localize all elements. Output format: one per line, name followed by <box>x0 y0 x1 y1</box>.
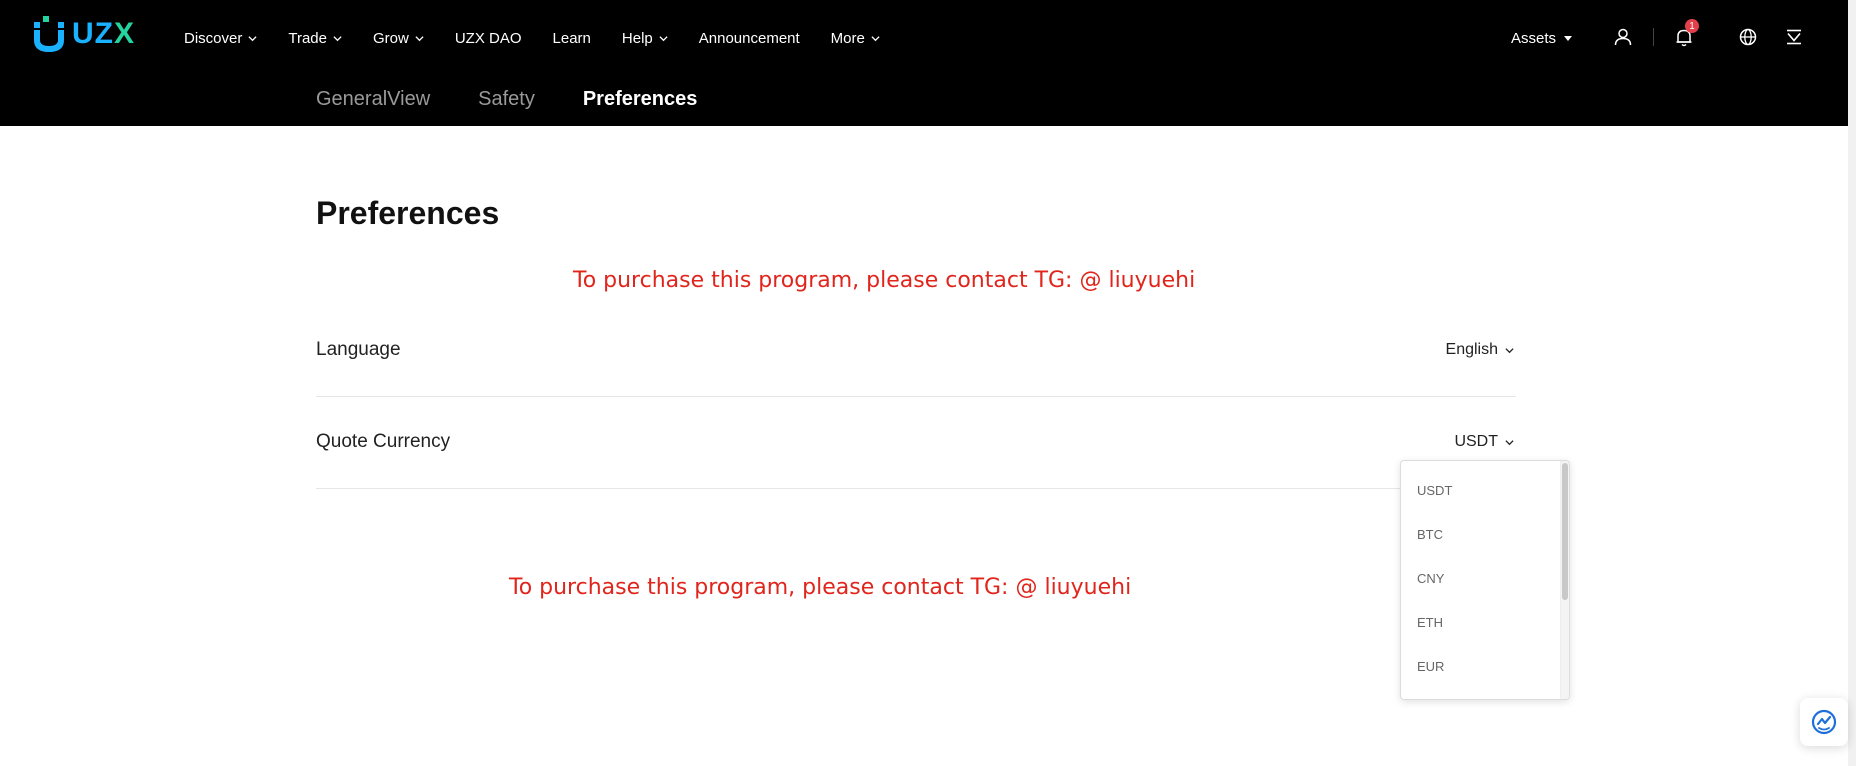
uzx-logo-icon <box>34 16 64 52</box>
chat-support-icon <box>1811 709 1837 735</box>
chevron-down-icon <box>415 35 424 41</box>
main-nav: Discover Trade Grow UZX DAO Learn Help A… <box>184 0 911 76</box>
language-label: Language <box>316 339 401 360</box>
dropdown-scrollbar[interactable] <box>1560 461 1569 699</box>
chevron-down-icon <box>871 35 880 41</box>
currency-option-eth[interactable]: ETH <box>1401 601 1569 645</box>
quote-currency-label: Quote Currency <box>316 431 451 452</box>
chevron-down-icon <box>1505 347 1514 353</box>
nav-trade[interactable]: Trade <box>288 30 342 47</box>
tab-safety[interactable]: Safety <box>478 88 535 111</box>
tab-preferences[interactable]: Preferences <box>583 88 698 111</box>
currency-dropdown-menu: USDT BTC CNY ETH EUR <box>1400 460 1570 700</box>
globe-icon[interactable] <box>1738 27 1758 47</box>
tab-generalview[interactable]: GeneralView <box>316 88 430 111</box>
assets-menu[interactable]: Assets <box>1511 0 1573 76</box>
nav-more[interactable]: More <box>831 30 880 47</box>
currency-option-eur[interactable]: EUR <box>1401 645 1569 689</box>
language-select[interactable]: English <box>1446 341 1514 359</box>
user-icon[interactable] <box>1613 27 1633 47</box>
currency-option-cny[interactable]: CNY <box>1401 557 1569 601</box>
nav-help[interactable]: Help <box>622 30 668 47</box>
chevron-down-icon <box>248 35 257 41</box>
download-icon[interactable] <box>1784 27 1804 47</box>
uzx-logo[interactable]: UZX <box>32 14 135 54</box>
dropdown-scrollbar-thumb[interactable] <box>1562 463 1568 600</box>
page-scrollbar[interactable] <box>1848 0 1856 766</box>
top-navigation-bar: UZX Discover Trade Grow UZX DAO Learn He… <box>0 0 1848 126</box>
nav-uzx-dao[interactable]: UZX DAO <box>455 30 522 47</box>
chevron-down-icon <box>659 35 668 41</box>
support-chat-button[interactable] <box>1800 698 1848 746</box>
chevron-up-icon <box>1505 439 1514 445</box>
currency-option-btc[interactable]: BTC <box>1401 513 1569 557</box>
nav-announcement[interactable]: Announcement <box>699 30 800 47</box>
quote-currency-setting-row: Quote Currency USDT <box>316 396 1516 489</box>
caret-down-icon <box>1564 35 1573 41</box>
promo-text: To purchase this program, please contact… <box>509 575 1132 600</box>
header-divider <box>1653 28 1654 46</box>
chevron-down-icon <box>333 35 342 41</box>
nav-grow[interactable]: Grow <box>373 30 424 47</box>
language-setting-row: Language English <box>316 304 1516 397</box>
promo-text: To purchase this program, please contact… <box>573 268 1196 293</box>
page-title: Preferences <box>316 195 500 231</box>
nav-discover[interactable]: Discover <box>184 30 257 47</box>
quote-currency-select[interactable]: USDT <box>1454 433 1514 451</box>
account-subtabs: GeneralView Safety Preferences <box>316 88 745 111</box>
currency-option-usdt[interactable]: USDT <box>1401 469 1569 513</box>
nav-learn[interactable]: Learn <box>553 30 591 47</box>
notification-badge: 1 <box>1685 19 1699 33</box>
uzx-logo-text: UZX <box>72 17 136 50</box>
